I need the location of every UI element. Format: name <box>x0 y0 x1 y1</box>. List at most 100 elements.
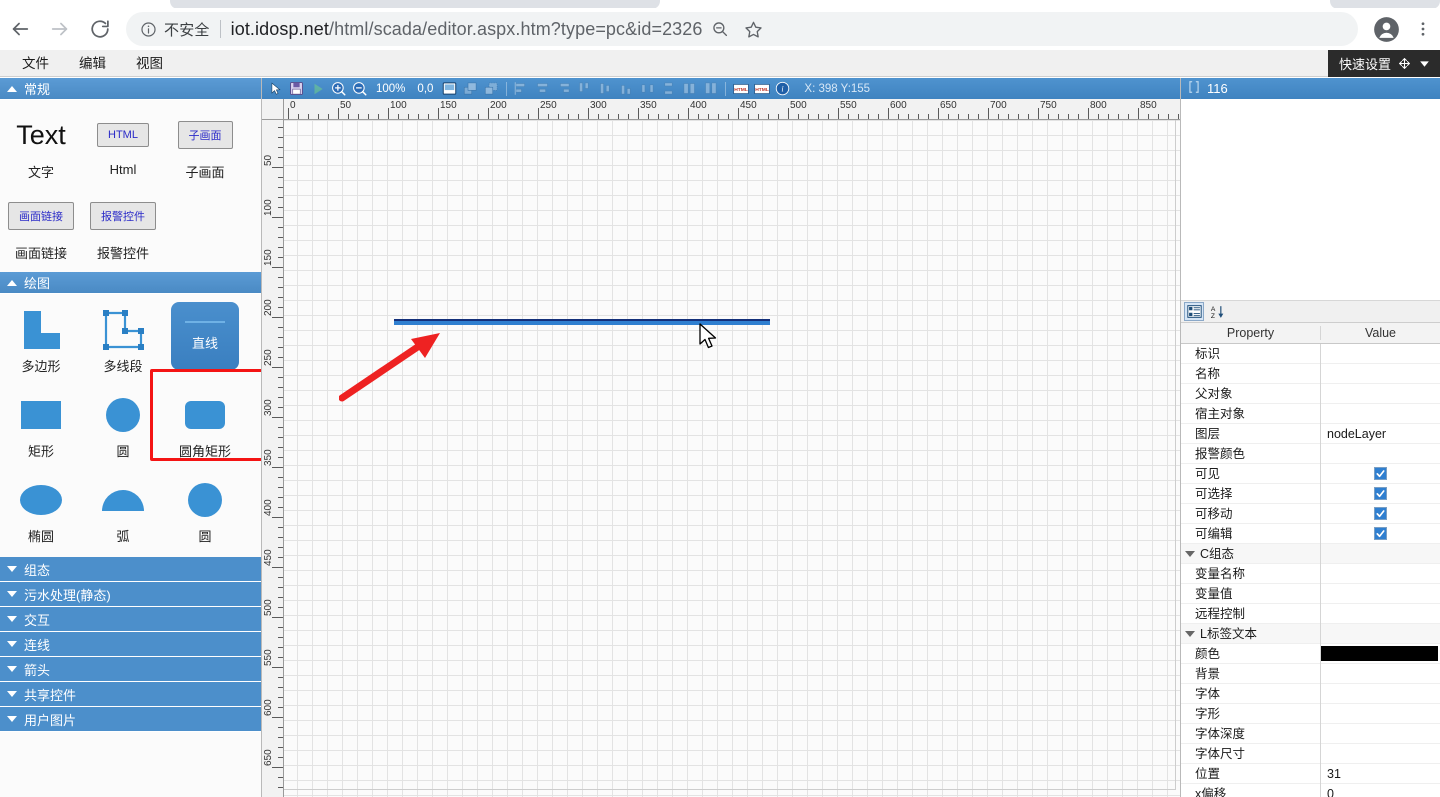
prop-editable-value[interactable] <box>1321 524 1440 544</box>
html-badge-icon[interactable]: HTML <box>731 79 750 98</box>
prop-color[interactable]: 颜色 <box>1181 644 1440 664</box>
palette-item-subscreen[interactable]: 子画面 子画面 <box>164 106 246 187</box>
prop-font-value[interactable] <box>1321 684 1440 704</box>
prop-parent-object[interactable]: 父对象 <box>1181 384 1440 404</box>
prop-x-offset-value[interactable]: 0 <box>1321 784 1440 797</box>
shape-line[interactable]: 直线 <box>164 298 246 383</box>
checkbox-checked-icon[interactable] <box>1374 467 1387 480</box>
color-swatch[interactable] <box>1321 646 1438 661</box>
shape-rounded-rectangle[interactable]: 圆角矩形 <box>164 383 246 468</box>
distribute-vertical-icon[interactable] <box>659 79 678 98</box>
prop-identifier-value[interactable] <box>1321 344 1440 364</box>
shape-circle[interactable]: 圆 <box>82 383 164 468</box>
shape-arc[interactable]: 弧 <box>82 468 164 553</box>
prop-movable-value[interactable] <box>1321 504 1440 524</box>
distribute-horizontal-icon[interactable] <box>638 79 657 98</box>
prop-name-value[interactable] <box>1321 364 1440 384</box>
prop-layer[interactable]: 图层 nodeLayer <box>1181 424 1440 444</box>
menu-edit[interactable]: 编辑 <box>69 50 116 77</box>
menu-file[interactable]: 文件 <box>12 50 59 77</box>
prop-parent-object-value[interactable] <box>1321 384 1440 404</box>
shape-polygon[interactable]: 多边形 <box>0 298 82 383</box>
prop-visible[interactable]: 可见 <box>1181 464 1440 484</box>
prop-font-size-value[interactable] <box>1321 744 1440 764</box>
chevron-down-icon[interactable] <box>1418 57 1431 70</box>
info-badge-icon[interactable]: i <box>773 79 792 98</box>
profile-avatar-icon[interactable] <box>1366 9 1406 49</box>
prop-variable-value[interactable]: 变量值 <box>1181 584 1440 604</box>
three-dot-menu-icon[interactable] <box>1406 9 1440 49</box>
zoom-out-icon[interactable] <box>350 79 369 98</box>
prop-visible-value[interactable] <box>1321 464 1440 484</box>
prop-group-label-text[interactable]: L标签文本 <box>1181 624 1440 644</box>
prop-background[interactable]: 背景 <box>1181 664 1440 684</box>
prop-font-weight-value[interactable] <box>1321 724 1440 744</box>
section-configuration[interactable]: 组态 <box>0 557 261 582</box>
prop-selectable-value[interactable] <box>1321 484 1440 504</box>
prop-alarm-color[interactable]: 报警颜色 <box>1181 444 1440 464</box>
html-badge-icon-2[interactable]: HTML <box>752 79 771 98</box>
palette-item-text[interactable]: Text 文字 <box>0 106 82 187</box>
checkbox-checked-icon[interactable] <box>1374 487 1387 500</box>
shape-circle-2[interactable]: 圆 <box>164 468 246 553</box>
shape-line-selected-tile[interactable]: 直线 <box>171 302 239 370</box>
layer-tree-area[interactable] <box>1181 99 1440 301</box>
floppy-disk-icon[interactable] <box>287 79 306 98</box>
prop-name[interactable]: 名称 <box>1181 364 1440 384</box>
prop-variable-value-value[interactable] <box>1321 584 1440 604</box>
checkbox-checked-icon[interactable] <box>1374 527 1387 540</box>
align-right-icon[interactable] <box>554 79 573 98</box>
shape-rectangle[interactable]: 矩形 <box>0 383 82 468</box>
star-icon[interactable] <box>737 12 771 46</box>
shape-ellipse[interactable]: 椭圆 <box>0 468 82 553</box>
align-bottom-icon[interactable] <box>617 79 636 98</box>
prop-font[interactable]: 字体 <box>1181 684 1440 704</box>
prop-color-value[interactable] <box>1321 644 1440 664</box>
align-top-icon[interactable] <box>575 79 594 98</box>
section-shared-widget[interactable]: 共享控件 <box>0 682 261 707</box>
zoom-out-magnifier-icon[interactable] <box>703 12 737 46</box>
palette-item-screen-link[interactable]: 画面链接 画面链接 <box>0 187 82 268</box>
align-left-icon[interactable] <box>512 79 531 98</box>
section-user-image[interactable]: 用户图片 <box>0 707 261 732</box>
same-height-icon[interactable] <box>701 79 720 98</box>
prop-alarm-color-value[interactable] <box>1321 444 1440 464</box>
section-interaction[interactable]: 交互 <box>0 607 261 632</box>
prop-variable-name[interactable]: 变量名称 <box>1181 564 1440 584</box>
align-middle-icon[interactable] <box>596 79 615 98</box>
screen-rect-icon[interactable] <box>440 79 459 98</box>
play-triangle-icon[interactable] <box>308 79 327 98</box>
prop-movable[interactable]: 可移动 <box>1181 504 1440 524</box>
sort-az-icon[interactable]: AZ <box>1207 302 1227 321</box>
prop-variable-name-value[interactable] <box>1321 564 1440 584</box>
reload-icon[interactable] <box>80 9 120 49</box>
prop-group-configuration[interactable]: C组态 <box>1181 544 1440 564</box>
menu-view[interactable]: 视图 <box>126 50 173 77</box>
section-sewage-static[interactable]: 污水处理(静态) <box>0 582 261 607</box>
forward-arrow-icon[interactable] <box>40 9 80 49</box>
quick-settings-button[interactable]: 快速设置 <box>1328 50 1440 77</box>
address-bar[interactable]: 不安全 iot.idosp.net/html/scada/editor.aspx… <box>126 12 1358 46</box>
prop-editable[interactable]: 可编辑 <box>1181 524 1440 544</box>
same-width-icon[interactable] <box>680 79 699 98</box>
prop-background-value[interactable] <box>1321 664 1440 684</box>
palette-item-alarm-widget[interactable]: 报警控件 报警控件 <box>82 187 164 268</box>
section-connector[interactable]: 连线 <box>0 632 261 657</box>
prop-identifier[interactable]: 标识 <box>1181 344 1440 364</box>
canvas-scroll-area[interactable] <box>284 120 1180 797</box>
prop-x-offset[interactable]: x偏移 0 <box>1181 784 1440 797</box>
align-center-icon[interactable] <box>533 79 552 98</box>
zoom-in-icon[interactable] <box>329 79 348 98</box>
prop-font-weight[interactable]: 字体深度 <box>1181 724 1440 744</box>
cursor-arrow-icon[interactable] <box>266 79 285 98</box>
prop-host-object[interactable]: 宿主对象 <box>1181 404 1440 424</box>
categorized-list-icon[interactable] <box>1184 302 1204 321</box>
layer-header[interactable]: 116 <box>1181 78 1440 99</box>
prop-layer-value[interactable]: nodeLayer <box>1321 424 1440 444</box>
shape-polyline[interactable]: 多线段 <box>82 298 164 383</box>
prop-font-style-value[interactable] <box>1321 704 1440 724</box>
palette-item-html[interactable]: HTML Html <box>82 106 164 187</box>
prop-font-style[interactable]: 字形 <box>1181 704 1440 724</box>
section-arrow[interactable]: 箭头 <box>0 657 261 682</box>
prop-selectable[interactable]: 可选择 <box>1181 484 1440 504</box>
